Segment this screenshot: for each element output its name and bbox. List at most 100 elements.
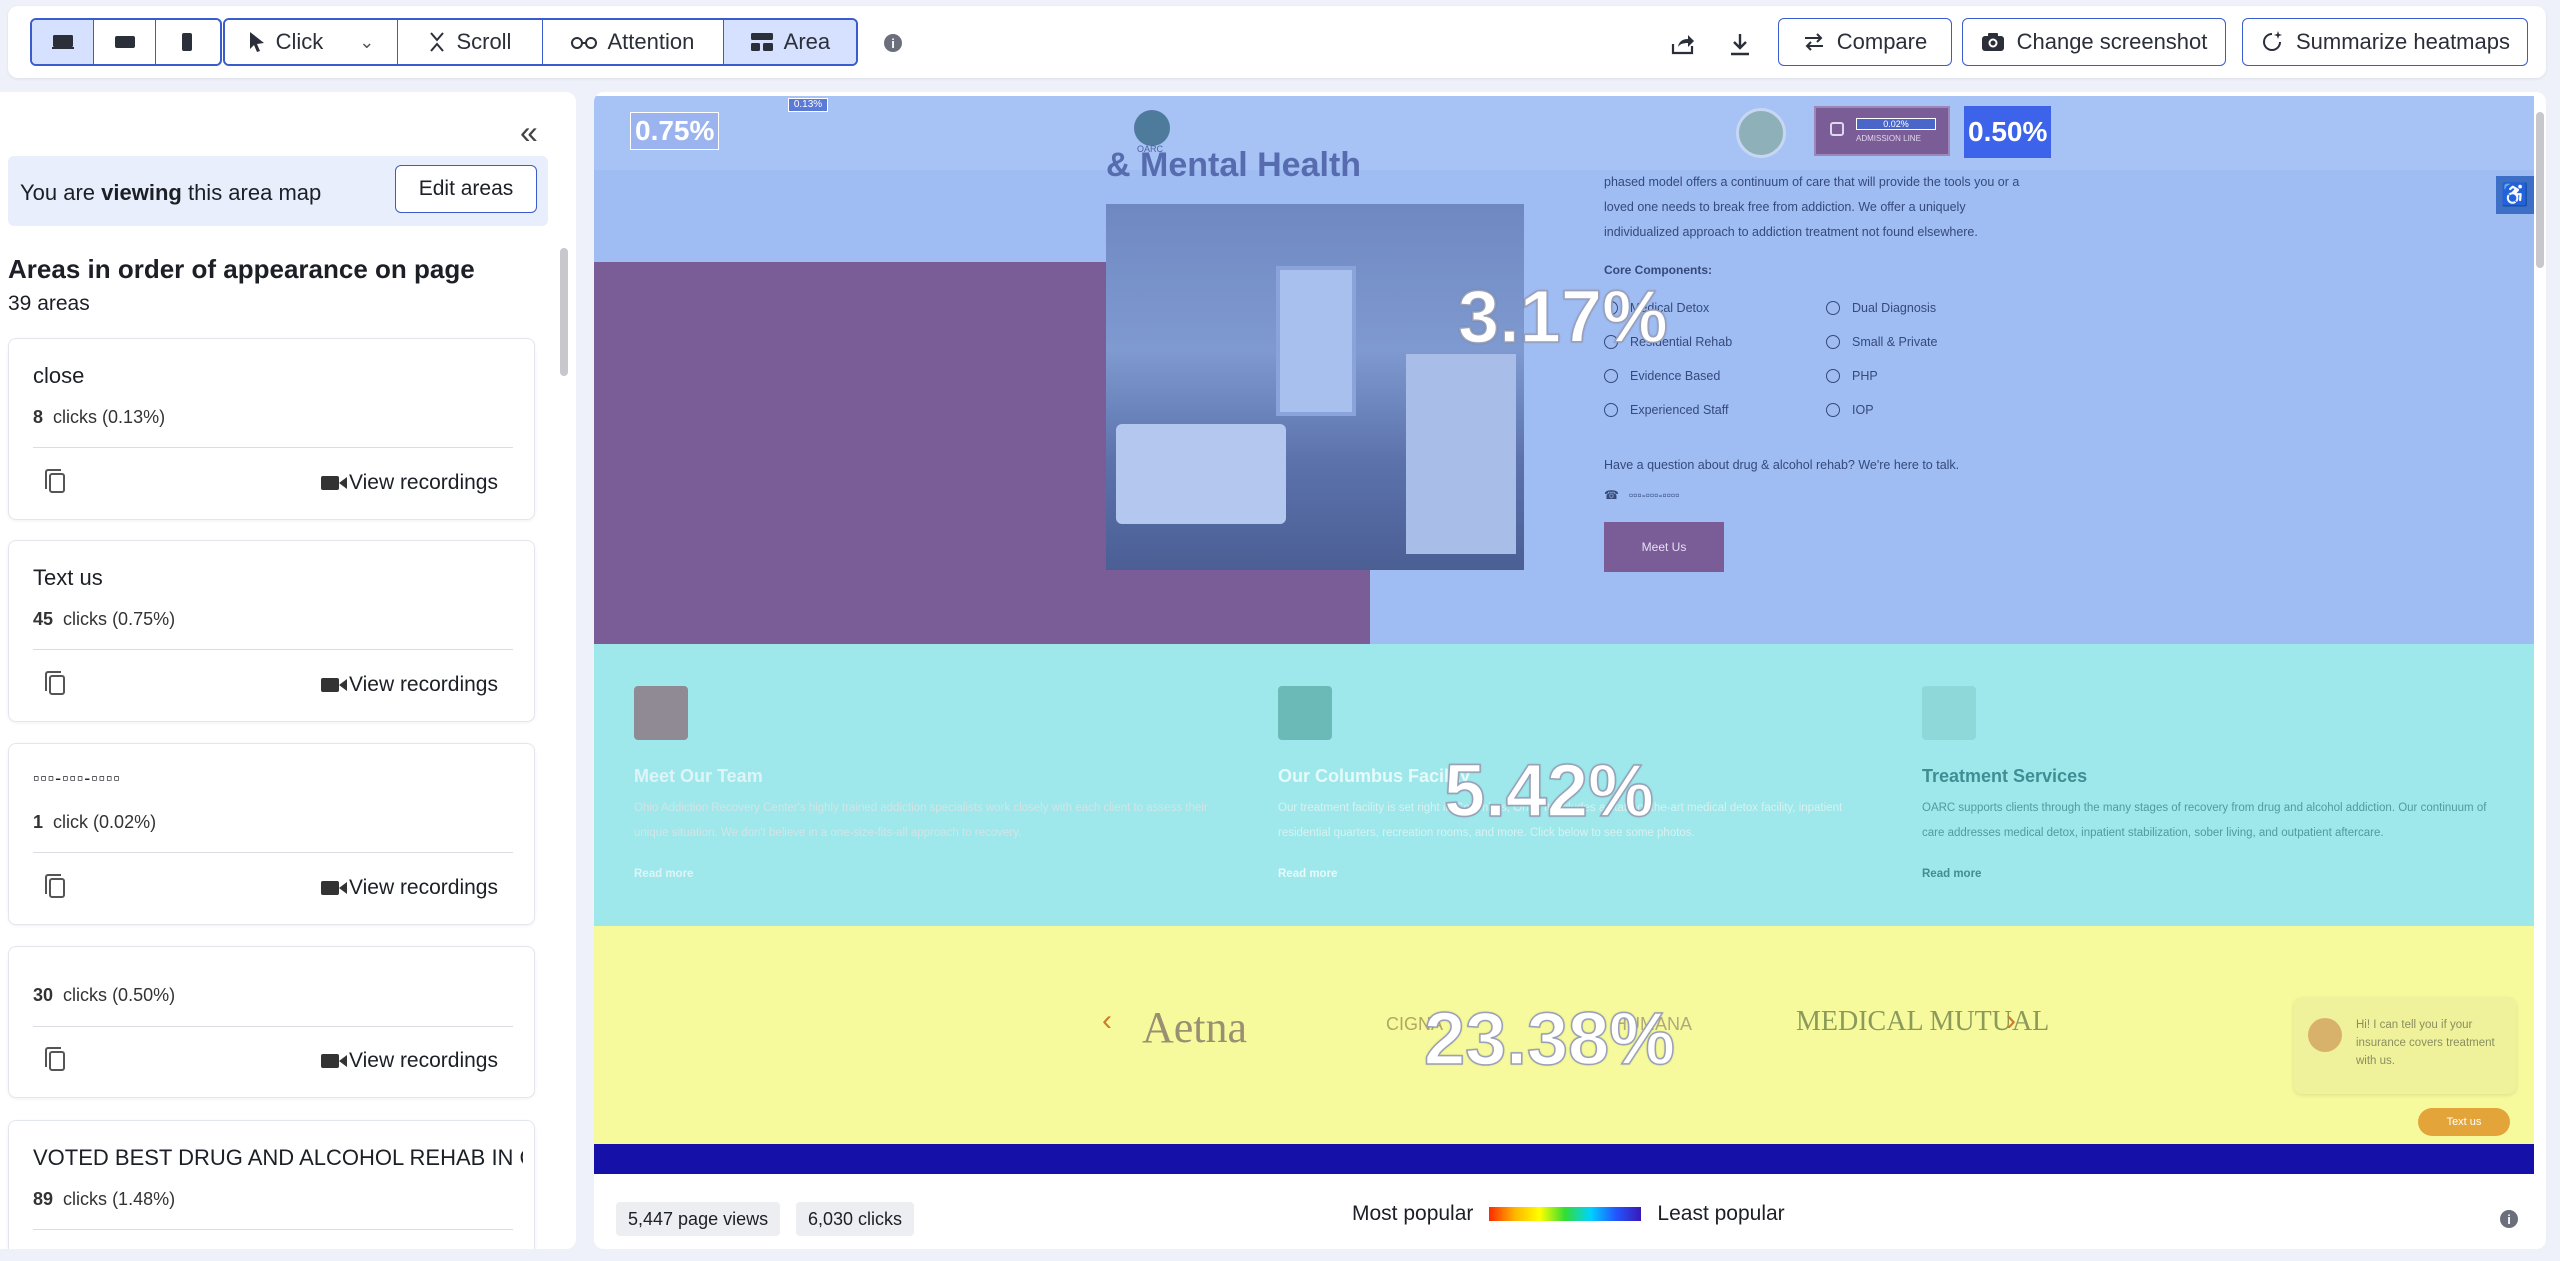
area-name: VOTED BEST DRUG AND ALCOHOL REHAB IN COL… [33,1145,523,1170]
area-card[interactable]: close 8 clicks (0.13%) View recordings [8,338,535,520]
preview-scrollbar[interactable] [2536,112,2544,268]
viewing-banner: You are viewing this area map Edit areas [8,156,548,226]
copy-icon[interactable] [45,874,65,898]
area-percent-label: 0.50% [1964,106,2052,158]
component-item: Small & Private [1826,335,1937,349]
area-mode-button[interactable]: Area [723,20,856,64]
info-icon[interactable]: i [884,34,902,52]
hero-paragraph-line: individualized approach to addiction tre… [1604,225,1978,239]
areas-count: 39 areas [8,292,90,315]
feature-title: Treatment Services [1922,766,2088,786]
hero-phone-number[interactable]: ☎ ▫▫▫-▫▫▫-▫▫▫▫ [1604,488,1679,502]
feature-description: Ohio Addiction Recovery Center's highly … [634,802,1208,839]
card-divider [33,649,513,650]
legend-most-popular: Most popular [1352,1202,1474,1225]
room-window [1276,266,1356,416]
camera-icon [1981,33,2004,51]
feature-card[interactable]: Meet Our Team Ohio Addiction Recovery Ce… [604,656,1236,916]
view-recordings-button[interactable]: View recordings [320,471,498,495]
legend-least-popular: Least popular [1657,1202,1785,1225]
collapse-sidebar-icon[interactable]: « [520,114,538,151]
attention-mode-label: Attention [607,29,695,54]
admission-line-button[interactable]: 0.02% ADMISSION LINE [1814,106,1950,156]
mobile-icon [182,33,192,51]
meet-us-button[interactable]: Meet Us [1604,522,1724,572]
scroll-arrows-icon [430,32,445,52]
area-card[interactable]: VOTED BEST DRUG AND ALCOHOL REHAB IN COL… [8,1120,535,1249]
contact-question: Have a question about drug & alcohol reh… [1604,458,1960,472]
click-mode-label: Click [275,29,324,54]
desktop-device-button[interactable] [32,20,94,64]
video-camera-icon [320,881,347,895]
area-name: close [33,363,85,388]
read-more-link[interactable]: Read more [1278,868,1337,880]
heatmap-mode-switcher: Click ⌄ Scroll Attention Area [223,18,858,66]
view-recordings-button[interactable]: View recordings [320,876,498,900]
change-screenshot-button[interactable]: Change screenshot [1962,18,2226,66]
component-item: Evidence Based [1604,369,1720,383]
area-percent-label: 5.42% [1443,748,1654,833]
view-recordings-button[interactable]: View recordings [320,673,498,697]
compare-button[interactable]: Compare [1778,18,1952,66]
sidebar-scrollbar[interactable] [560,248,568,376]
area-card[interactable]: ▫▫▫-▫▫▫-▫▫▫▫ 1 click (0.02%) View record… [8,743,535,925]
feature-title: Our Columbus Facility [1278,766,1471,786]
page-screenshot: 0.75% 0.13% OARC 0.02% ADMISSION LINE 0.… [594,96,2534,1174]
read-more-link[interactable]: Read more [1922,868,1981,880]
hero-title: & Mental Health [1106,146,1362,184]
attention-mode-button[interactable]: Attention [542,20,724,64]
video-camera-icon [320,678,347,692]
download-icon[interactable] [1728,32,1752,65]
carousel-next-icon[interactable]: › [2006,1004,2016,1038]
info-icon[interactable]: i [2500,1210,2518,1228]
component-item: Dual Diagnosis [1826,301,1936,315]
admission-line-label: ADMISSION LINE [1856,134,1921,143]
area-clicks: 89 clicks (1.48%) [33,1189,176,1209]
stats-bar: 5,447 page views 6,030 clicks Most popul… [594,1182,2546,1249]
mobile-device-button[interactable] [156,20,218,64]
chat-popup[interactable]: Hi! I can tell you if your insurance cov… [2294,998,2516,1094]
feature-title: Meet Our Team [634,766,763,786]
tablet-device-button[interactable] [94,20,156,64]
read-more-link[interactable]: Read more [634,868,693,880]
footer-area-zone[interactable] [594,1144,2534,1174]
text-us-button[interactable]: Text us [2418,1108,2510,1136]
device-switcher [30,18,222,66]
insurance-logo: Aetna [1142,1003,1248,1052]
copy-icon[interactable] [45,1047,65,1071]
cursor-icon [249,32,264,52]
header-area-zone[interactable] [594,96,2534,170]
areas-list-title: Areas in order of appearance on page [8,254,475,284]
area-card[interactable]: Text us 45 clicks (0.75%) View recording… [8,540,535,722]
copy-icon[interactable] [45,671,65,695]
area-mode-label: Area [783,29,831,54]
scroll-mode-button[interactable]: Scroll [397,20,543,64]
share-icon[interactable] [1670,32,1696,63]
toolbar: Click ⌄ Scroll Attention Area i Compare … [8,6,2546,78]
accessibility-icon[interactable]: ♿ [2496,176,2534,214]
area-card[interactable]: 30 clicks (0.50%) View recordings [8,946,535,1098]
card-divider [33,1229,513,1230]
area-grid-icon [750,33,773,51]
areas-sidebar: « You are viewing this area map Edit are… [0,92,576,1249]
building-icon [1278,686,1332,740]
area-percent-label: 23.38% [1423,996,1675,1081]
droplet-icon [1922,686,1976,740]
glasses-icon [571,37,598,49]
copy-icon[interactable] [45,469,65,493]
chevron-down-icon[interactable]: ⌄ [359,32,374,53]
desktop-icon [51,35,74,49]
view-recordings-button[interactable]: View recordings [320,1049,498,1073]
click-mode-button[interactable]: Click ⌄ [225,20,398,64]
scroll-mode-label: Scroll [456,29,512,54]
room-dresser [1406,354,1516,554]
summarize-heatmaps-button[interactable]: Summarize heatmaps [2242,18,2528,66]
carousel-prev-icon[interactable]: ‹ [1102,1004,1112,1038]
badge-icon [1736,108,1786,158]
edit-areas-button[interactable]: Edit areas [395,165,537,213]
summarize-heatmaps-label: Summarize heatmaps [2296,29,2510,54]
video-camera-icon [320,1054,347,1068]
area-clicks: 30 clicks (0.50%) [33,985,176,1005]
feature-card[interactable]: Treatment Services OARC supports clients… [1892,656,2524,916]
team-icon [634,686,688,740]
